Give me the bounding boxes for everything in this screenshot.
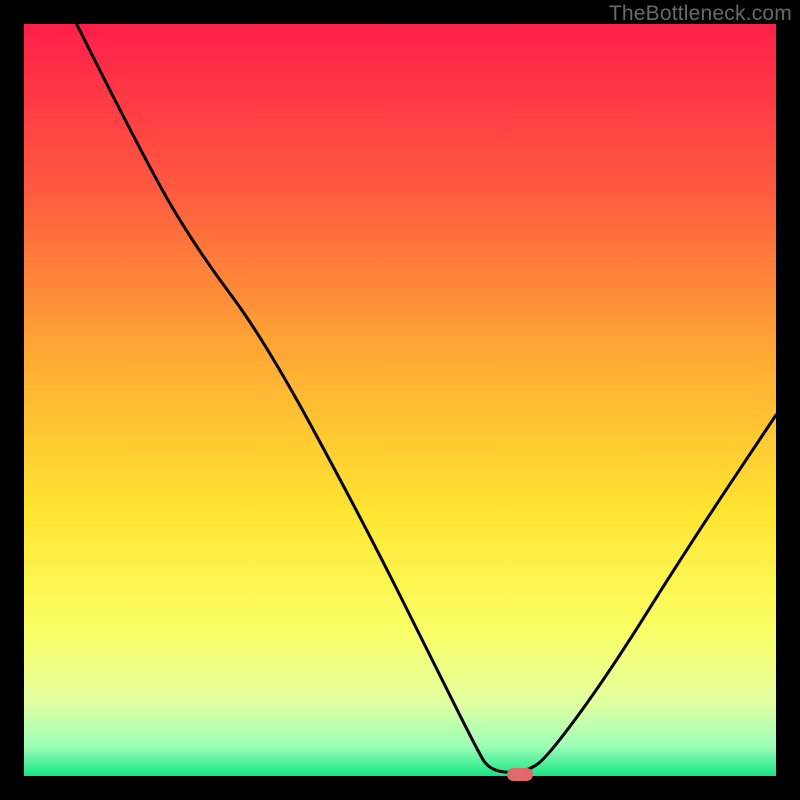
chart-background (24, 24, 776, 776)
chart-svg (24, 24, 776, 776)
chart-frame: TheBottleneck.com (0, 0, 800, 800)
watermark-text: TheBottleneck.com (609, 2, 792, 26)
optimal-point-marker (507, 768, 533, 781)
chart-plot-area (24, 24, 776, 776)
